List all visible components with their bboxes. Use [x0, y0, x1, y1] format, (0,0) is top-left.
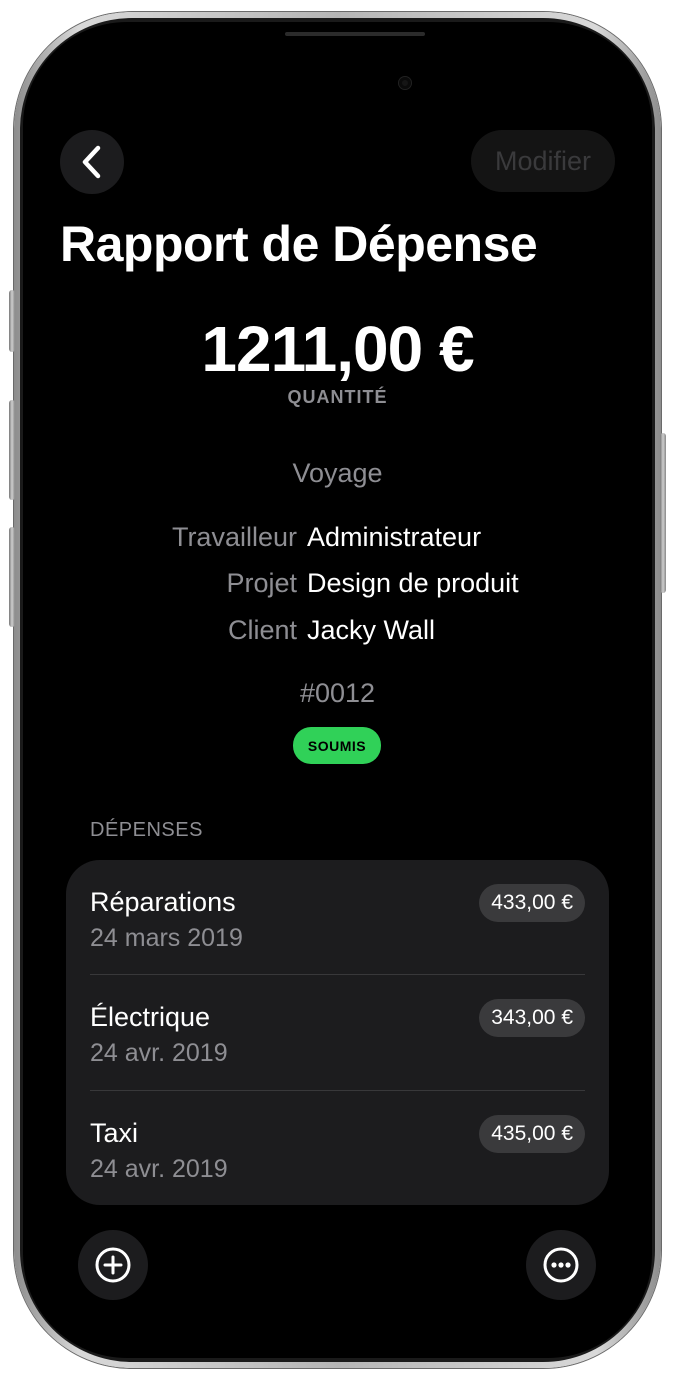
detail-row-worker: Travailleur Administrateur [23, 522, 652, 558]
expense-category: Voyage [292, 458, 383, 488]
expense-date: 24 mars 2019 [90, 924, 243, 952]
modify-button[interactable]: Modifier [471, 130, 615, 192]
expense-item-electric[interactable]: Électrique 24 avr. 2019 343,00 € [66, 975, 609, 1090]
detail-value: Design de produit [307, 568, 519, 598]
detail-row-client: Client Jacky Wall [23, 615, 652, 651]
expense-list: Réparations 24 mars 2019 433,00 € Électr… [66, 860, 609, 1205]
total-amount: 1211,00 € [201, 313, 474, 385]
plus-circle-icon [95, 1247, 131, 1283]
expense-item-taxi[interactable]: Taxi 24 avr. 2019 435,00 € [66, 1091, 609, 1205]
detail-label: Travailleur [171, 522, 297, 552]
sensor-bar [285, 32, 425, 36]
expenses-section-header: DÉPENSES [90, 819, 203, 841]
expense-amount-badge: 343,00 € [479, 999, 585, 1037]
expense-date: 24 avr. 2019 [90, 1155, 228, 1183]
detail-value: Jacky Wall [307, 615, 436, 645]
status-badge: SOUMIS [293, 727, 381, 764]
detail-label: Projet [226, 568, 297, 598]
detail-label: Client [227, 615, 297, 645]
expense-name: Taxi [90, 1118, 139, 1148]
power-button [660, 433, 666, 593]
front-camera [399, 77, 411, 89]
expense-date: 24 avr. 2019 [90, 1039, 228, 1067]
add-expense-button[interactable] [78, 1230, 148, 1300]
expense-amount-badge: 433,00 € [479, 884, 585, 922]
chevron-left-icon [82, 145, 101, 179]
phone-screen: Modifier Rapport de Dépense 1211,00 € QU… [23, 22, 652, 1358]
expense-item-repairs[interactable]: Réparations 24 mars 2019 433,00 € [66, 860, 609, 975]
back-button[interactable] [60, 130, 124, 194]
page-title: Rapport de Dépense [60, 216, 538, 272]
report-number: #0012 [299, 678, 376, 708]
expense-name: Électrique [90, 1002, 211, 1032]
more-options-button[interactable] [526, 1230, 596, 1300]
expense-amount-badge: 435,00 € [479, 1115, 585, 1153]
total-amount-label: QUANTITÉ [287, 387, 388, 407]
volume-down-button [9, 527, 15, 627]
volume-up-button [9, 400, 15, 500]
detail-value: Administrateur [307, 522, 482, 552]
ellipsis-circle-icon [543, 1247, 579, 1283]
action-button [9, 290, 15, 352]
detail-row-project: Projet Design de produit [23, 568, 652, 604]
expense-name: Réparations [90, 887, 236, 917]
